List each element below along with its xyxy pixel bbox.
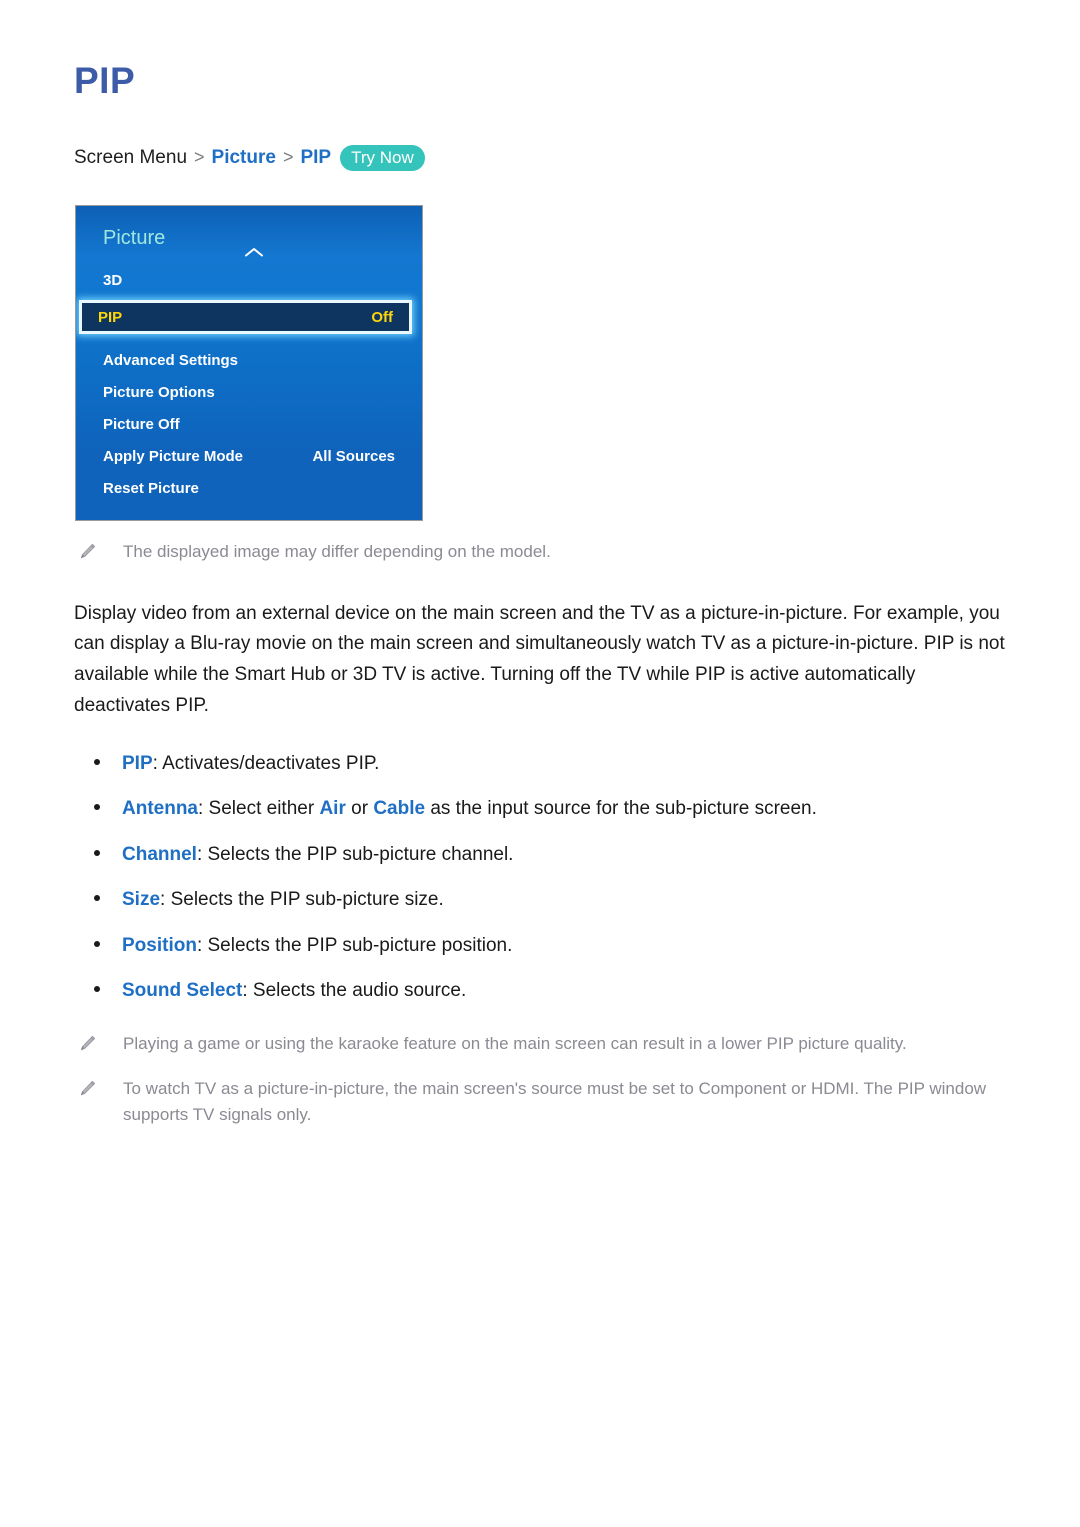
image-disclaimer-note: The displayed image may differ depending… [77, 539, 1008, 565]
tv-menu-item-pip[interactable]: PIP Off [79, 300, 412, 335]
option-term: PIP [122, 752, 153, 774]
options-list: PIP: Activates/deactivates PIP. Antenna:… [74, 750, 1008, 1005]
list-item-channel: Channel: Selects the PIP sub-picture cha… [74, 841, 1008, 869]
breadcrumb-separator-2: > [282, 147, 294, 168]
option-term: Position [122, 934, 197, 956]
list-item-body: Size: Selects the PIP sub-picture size. [122, 886, 444, 914]
option-text: : Selects the PIP sub-picture channel. [196, 843, 514, 865]
pencil-icon [77, 1034, 97, 1054]
option-inline-air: Air [319, 798, 346, 820]
pencil-icon [77, 1079, 97, 1099]
list-item-pip: PIP: Activates/deactivates PIP. [74, 750, 1008, 778]
tv-menu-item-label: Reset Picture [103, 479, 199, 497]
list-item-size: Size: Selects the PIP sub-picture size. [74, 886, 1008, 914]
tv-menu-item-3d[interactable]: 3D [76, 264, 422, 296]
option-text: : Selects the PIP sub-picture position. [196, 934, 513, 956]
option-term: Antenna [122, 798, 198, 820]
footnote-game-karaoke: Playing a game or using the karaoke feat… [77, 1031, 1008, 1057]
list-item-position: Position: Selects the PIP sub-picture po… [74, 932, 1008, 960]
option-text: : Activates/deactivates PIP. [152, 752, 380, 774]
tv-menu-list-top: 3D PIP Off [76, 262, 422, 335]
tv-menu-title: Picture [103, 227, 166, 250]
option-inline-cable: Cable [373, 798, 426, 820]
breadcrumb-separator-1: > [194, 147, 205, 168]
option-text: : Selects the PIP sub-picture size. [160, 889, 444, 911]
tv-menu-item-apply-picture-mode[interactable]: Apply Picture Mode All Sources [76, 440, 422, 472]
breadcrumb-item-picture[interactable]: Picture [212, 147, 276, 170]
option-text: : Selects the audio source. [242, 980, 467, 1002]
bullet-dot-icon [94, 804, 100, 811]
breadcrumb-item-pip[interactable]: PIP [300, 147, 331, 170]
bullet-dot-icon [94, 986, 100, 993]
page-title: PIP [74, 60, 136, 101]
footnotes: Playing a game or using the karaoke feat… [72, 1031, 1008, 1128]
breadcrumb-root: Screen Menu [74, 146, 188, 168]
option-text-part1: : Select either [198, 798, 320, 820]
tv-menu-item-label: PIP [98, 308, 123, 326]
bullet-dot-icon [94, 895, 100, 902]
list-item-antenna: Antenna: Select either Air or Cable as t… [74, 795, 1008, 823]
description-paragraph: Display video from an external device on… [74, 602, 1005, 716]
tv-menu-item-pip-highlight: PIP Off [79, 300, 412, 335]
option-text-part2: or [345, 798, 374, 820]
page-content: PIP Screen Menu > Picture > PIP Try Now … [0, 0, 1080, 1127]
option-term: Size [122, 889, 161, 911]
tv-menu-item-picture-off[interactable]: Picture Off [76, 408, 422, 440]
pencil-icon [77, 542, 97, 562]
tv-menu-item-reset-picture[interactable]: Reset Picture [76, 472, 422, 504]
tv-menu-item-advanced-settings[interactable]: Advanced Settings [76, 344, 422, 376]
breadcrumb: Screen Menu > Picture > PIP Try Now [74, 144, 1008, 172]
tv-menu-list-bottom: Advanced Settings Picture Options Pictur… [76, 338, 422, 504]
bullet-dot-icon [94, 758, 100, 765]
option-text-part3: as the input source for the sub-picture … [425, 798, 817, 820]
option-term: Channel [122, 843, 197, 865]
footnote-component-hdmi: To watch TV as a picture-in-picture, the… [77, 1076, 1008, 1127]
list-item-body: Position: Selects the PIP sub-picture po… [122, 932, 512, 960]
chevron-up-icon[interactable] [244, 246, 264, 258]
image-disclaimer-text: The displayed image may differ depending… [123, 542, 551, 562]
tv-picture-menu-panel: Picture 3D PIP Off Advanced Settings Pic… [75, 205, 423, 522]
list-item-body: Channel: Selects the PIP sub-picture cha… [122, 841, 513, 869]
tv-menu-item-label: Picture Off [103, 415, 180, 433]
footnote-text: To watch TV as a picture-in-picture, the… [123, 1079, 987, 1124]
tv-menu-header: Picture [76, 206, 422, 262]
footnote-text: Playing a game or using the karaoke feat… [123, 1033, 907, 1053]
list-item-body: Sound Select: Selects the audio source. [122, 977, 466, 1005]
tv-menu-item-value: Off [371, 308, 393, 326]
list-item-body: PIP: Activates/deactivates PIP. [122, 750, 379, 778]
tv-menu-item-label: 3D [103, 271, 123, 289]
option-term: Sound Select [122, 980, 243, 1002]
bullet-dot-icon [94, 849, 100, 856]
try-now-badge[interactable]: Try Now [340, 144, 425, 172]
list-item-body: Antenna: Select either Air or Cable as t… [122, 795, 817, 823]
tv-menu-item-label: Picture Options [103, 383, 215, 401]
tv-menu-item-picture-options[interactable]: Picture Options [76, 376, 422, 408]
list-item-sound-select: Sound Select: Selects the audio source. [74, 977, 1008, 1005]
tv-menu-item-value: All Sources [312, 447, 395, 465]
tv-menu-item-label: Advanced Settings [103, 351, 239, 369]
tv-menu-item-label: Apply Picture Mode [103, 447, 244, 465]
bullet-dot-icon [94, 940, 100, 947]
